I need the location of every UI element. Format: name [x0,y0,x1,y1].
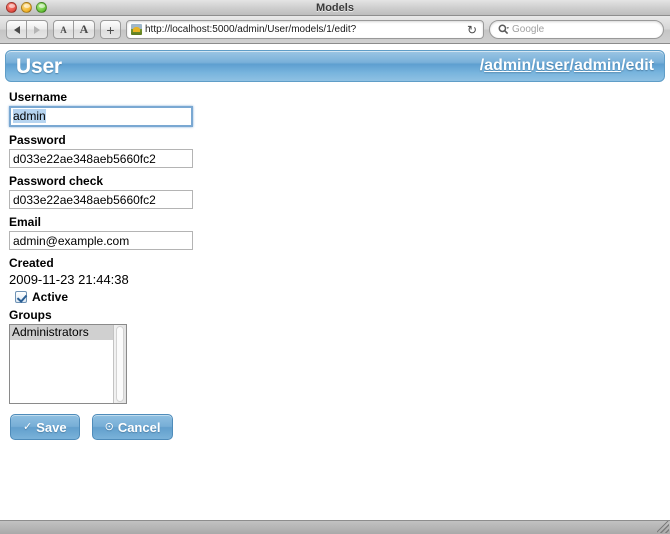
cancel-circle-icon: ⊙ [104,420,114,433]
username-label: Username [9,90,68,104]
text-size-buttons: A A [53,20,95,39]
zoom-button[interactable] [36,2,47,13]
password-input-value: d033e22ae348aeb5660fc2 [13,152,156,166]
password-check-input[interactable]: d033e22ae348aeb5660fc2 [9,190,193,209]
address-bar[interactable]: http://localhost:5000/admin/User/models/… [126,20,484,39]
email-input-value: admin@example.com [13,234,130,248]
cancel-button[interactable]: ⊙ Cancel [91,414,174,440]
breadcrumb-link-admin[interactable]: admin [484,57,531,74]
forward-arrow-icon [34,25,40,34]
text-bigger-label: A [79,22,89,36]
groups-label: Groups [9,308,52,322]
navigation-buttons [6,20,48,39]
minimize-button[interactable] [21,2,32,13]
search-input-placeholder: Google [512,24,545,35]
user-edit-form: Username admin Password d033e22ae348aeb5… [0,82,670,440]
resize-grip[interactable] [657,521,669,533]
search-icon [498,24,509,35]
window-title: Models [316,1,354,14]
page-content: User /admin/user/admin/edit Username adm… [0,44,670,520]
back-button[interactable] [6,20,27,39]
cancel-button-label: Cancel [117,419,161,435]
search-bar[interactable]: Google [489,20,664,39]
created-value: 2009-11-23 21:44:38 [9,272,129,287]
breadcrumb-link-admin-record[interactable]: admin [574,57,621,74]
app-header: User /admin/user/admin/edit [5,50,665,82]
text-smaller-label: A [60,24,67,35]
plus-icon: + [106,21,115,38]
password-input[interactable]: d033e22ae348aeb5660fc2 [9,149,193,168]
text-smaller-button[interactable]: A [53,20,74,39]
password-check-input-value: d033e22ae348aeb5660fc2 [13,193,156,207]
window-titlebar: Models [0,0,670,16]
groups-listbox-scrollbar[interactable] [113,325,126,403]
browser-window: Models A A + http://localhost:5000/admin… [0,0,670,534]
active-checkbox[interactable] [15,291,27,303]
form-actions: ✓ Save ⊙ Cancel [9,414,661,440]
save-button[interactable]: ✓ Save [10,414,80,440]
email-label: Email [9,215,42,229]
check-icon: ✓ [23,420,33,433]
username-input-value: admin [13,109,46,123]
window-controls [6,2,47,13]
created-label: Created [9,256,54,270]
email-input[interactable]: admin@example.com [9,231,193,250]
forward-button[interactable] [27,20,48,39]
username-input[interactable]: admin [9,106,193,127]
text-bigger-button[interactable]: A [74,20,95,39]
site-favicon-icon [131,24,142,35]
reload-icon[interactable]: ↻ [467,23,479,37]
breadcrumb-link-user[interactable]: user [536,57,570,74]
save-button-label: Save [36,419,67,435]
breadcrumb: /admin/user/admin/edit [480,58,654,74]
browser-toolbar: A A + http://localhost:5000/admin/User/m… [0,16,670,44]
back-arrow-icon [13,25,20,34]
groups-listbox-items: Administrators [10,325,113,403]
groups-listbox[interactable]: Administrators [9,324,127,404]
active-checkbox-row[interactable]: Active [15,290,661,304]
active-label: Active [32,290,69,304]
page-title: User [16,54,62,78]
window-statusbar [0,520,670,534]
breadcrumb-current-edit: edit [625,57,654,74]
password-check-label: Password check [9,174,104,188]
address-bar-url: http://localhost:5000/admin/User/models/… [145,24,357,35]
close-button[interactable] [6,2,17,13]
list-item[interactable]: Administrators [10,325,113,340]
password-label: Password [9,133,66,147]
add-bookmark-button[interactable]: + [100,20,121,39]
